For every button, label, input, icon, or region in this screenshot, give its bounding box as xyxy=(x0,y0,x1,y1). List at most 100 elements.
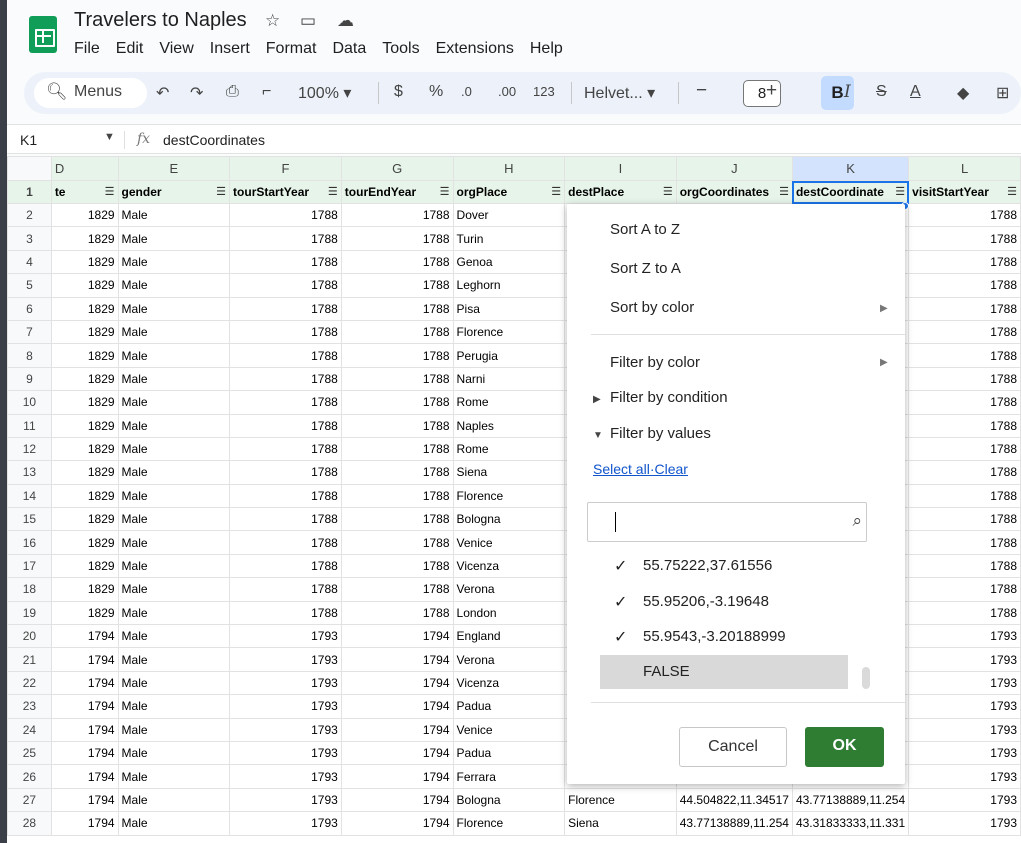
column-header-d[interactable]: D xyxy=(50,156,119,181)
cell[interactable]: Male xyxy=(117,787,231,813)
column-header-h[interactable]: H xyxy=(452,156,566,181)
percent-button[interactable]: % xyxy=(429,83,443,101)
menu-edit[interactable]: Edit xyxy=(116,40,144,58)
cell[interactable]: 1788 xyxy=(908,296,1021,321)
cell[interactable]: 43.77138889,11.254 xyxy=(791,787,910,813)
fill-color-icon[interactable]: ◆ xyxy=(957,83,969,103)
row-header[interactable]: 23 xyxy=(7,694,52,719)
cell[interactable]: 1788 xyxy=(229,202,342,228)
menu-file[interactable]: File xyxy=(74,40,100,58)
cell[interactable]: 1794 xyxy=(50,694,119,719)
row-header[interactable]: 19 xyxy=(7,600,52,626)
cell[interactable]: 1794 xyxy=(340,670,454,696)
cell[interactable]: 1794 xyxy=(50,787,119,813)
paint-format-icon[interactable]: ⌐ xyxy=(262,83,271,101)
sort-a-to-z[interactable]: Sort A to Z xyxy=(610,221,680,238)
row-header[interactable]: 20 xyxy=(7,624,52,649)
cell[interactable]: 1788 xyxy=(908,553,1021,579)
cell[interactable]: Male xyxy=(117,273,231,298)
search-menus-button[interactable]: 🔍︎ Menus xyxy=(34,78,147,108)
cell[interactable]: Perugia xyxy=(452,343,566,368)
row-header[interactable]: 9 xyxy=(7,366,52,392)
cell[interactable]: 1829 xyxy=(50,530,119,555)
cell[interactable]: Rome xyxy=(452,390,566,415)
cell[interactable]: 1788 xyxy=(340,507,454,532)
cell[interactable]: 1829 xyxy=(50,553,119,579)
row-header[interactable]: 3 xyxy=(7,226,52,251)
cell[interactable]: Ferrara xyxy=(452,764,566,789)
cell[interactable]: 1794 xyxy=(50,811,119,836)
cell[interactable]: 1794 xyxy=(50,670,119,696)
cell[interactable]: 1829 xyxy=(50,319,119,345)
menu-extensions[interactable]: Extensions xyxy=(436,40,514,58)
cell[interactable]: 1829 xyxy=(50,390,119,415)
row-header[interactable]: 13 xyxy=(7,460,52,485)
cell[interactable]: Male xyxy=(117,507,231,532)
cell[interactable]: 1788 xyxy=(229,390,342,415)
column-header-g[interactable]: G xyxy=(340,156,454,181)
row-header[interactable]: 21 xyxy=(7,647,52,672)
cell[interactable]: Verona xyxy=(452,577,566,602)
cell[interactable]: 1788 xyxy=(229,226,342,251)
formula-input[interactable]: destCoordinates xyxy=(163,132,265,148)
cell[interactable]: Rome xyxy=(452,436,566,462)
cell[interactable]: 1788 xyxy=(229,343,342,368)
cell[interactable]: 1788 xyxy=(340,553,454,579)
cell[interactable]: 1793 xyxy=(229,670,342,696)
filter-value-item[interactable]: 55.95206,-3.19648 xyxy=(643,593,769,610)
cell[interactable]: 1788 xyxy=(908,273,1021,298)
cell[interactable]: Dover xyxy=(452,202,566,228)
text-color-icon[interactable]: A xyxy=(910,83,921,101)
cell[interactable]: 1788 xyxy=(340,436,454,462)
increase-decimal-button[interactable]: .00 xyxy=(498,84,516,99)
cell[interactable]: 1788 xyxy=(229,413,342,438)
name-box-dropdown-icon[interactable]: ▼ xyxy=(104,131,115,143)
cell[interactable]: Male xyxy=(117,811,231,836)
cell[interactable]: Male xyxy=(117,366,231,392)
cell[interactable]: 1788 xyxy=(908,343,1021,368)
filter-by-condition[interactable]: Filter by condition xyxy=(610,389,728,406)
cell[interactable]: Male xyxy=(117,226,231,251)
cell[interactable]: Naples xyxy=(452,413,566,438)
cell[interactable]: 1793 xyxy=(908,670,1021,696)
cell[interactable]: Florence xyxy=(564,787,677,813)
cell[interactable]: 1788 xyxy=(908,413,1021,438)
ok-button[interactable]: OK xyxy=(805,727,884,767)
cell[interactable]: 1793 xyxy=(908,717,1021,742)
cell[interactable]: Male xyxy=(117,717,231,742)
cell[interactable]: 1829 xyxy=(50,436,119,462)
decrease-font-size-icon[interactable]: − xyxy=(696,80,707,102)
sort-z-to-a[interactable]: Sort Z to A xyxy=(610,260,681,277)
filter-by-color[interactable]: Filter by color xyxy=(610,354,700,371)
cell[interactable]: Genoa xyxy=(452,249,566,275)
cell[interactable]: Florence xyxy=(452,319,566,345)
cell[interactable]: 1793 xyxy=(229,717,342,742)
cell[interactable]: Florence xyxy=(452,483,566,509)
row-header[interactable]: 14 xyxy=(7,483,52,509)
header-cell[interactable]: orgPlace ☰ xyxy=(452,180,566,204)
cell[interactable]: Male xyxy=(117,249,231,275)
cell[interactable]: 1794 xyxy=(340,694,454,719)
expanded-arrow-icon[interactable]: ▼ xyxy=(593,430,603,441)
header-cell[interactable]: tourStartYear ☰ xyxy=(229,180,342,204)
row-header[interactable]: 6 xyxy=(7,296,52,321)
cell[interactable]: 1788 xyxy=(908,577,1021,602)
undo-icon[interactable]: ↶ xyxy=(156,83,169,103)
star-icon[interactable]: ☆ xyxy=(265,11,280,31)
cell[interactable]: 1788 xyxy=(340,600,454,626)
row-header[interactable]: 17 xyxy=(7,553,52,579)
strikethrough-icon[interactable]: S xyxy=(876,83,887,101)
row-header[interactable]: 8 xyxy=(7,343,52,368)
cell[interactable]: 1788 xyxy=(908,249,1021,275)
cell[interactable]: Vicenza xyxy=(452,553,566,579)
cell[interactable]: Padua xyxy=(452,740,566,766)
menu-data[interactable]: Data xyxy=(332,40,366,58)
cell[interactable]: 1788 xyxy=(229,249,342,275)
redo-icon[interactable]: ↷ xyxy=(190,83,203,103)
cell[interactable]: 1788 xyxy=(908,366,1021,392)
cell[interactable]: 1794 xyxy=(50,764,119,789)
cell[interactable]: 1788 xyxy=(908,226,1021,251)
cell[interactable]: 1793 xyxy=(908,740,1021,766)
collapsed-arrow-icon[interactable]: ▶ xyxy=(593,394,601,405)
cell[interactable]: 1793 xyxy=(229,764,342,789)
